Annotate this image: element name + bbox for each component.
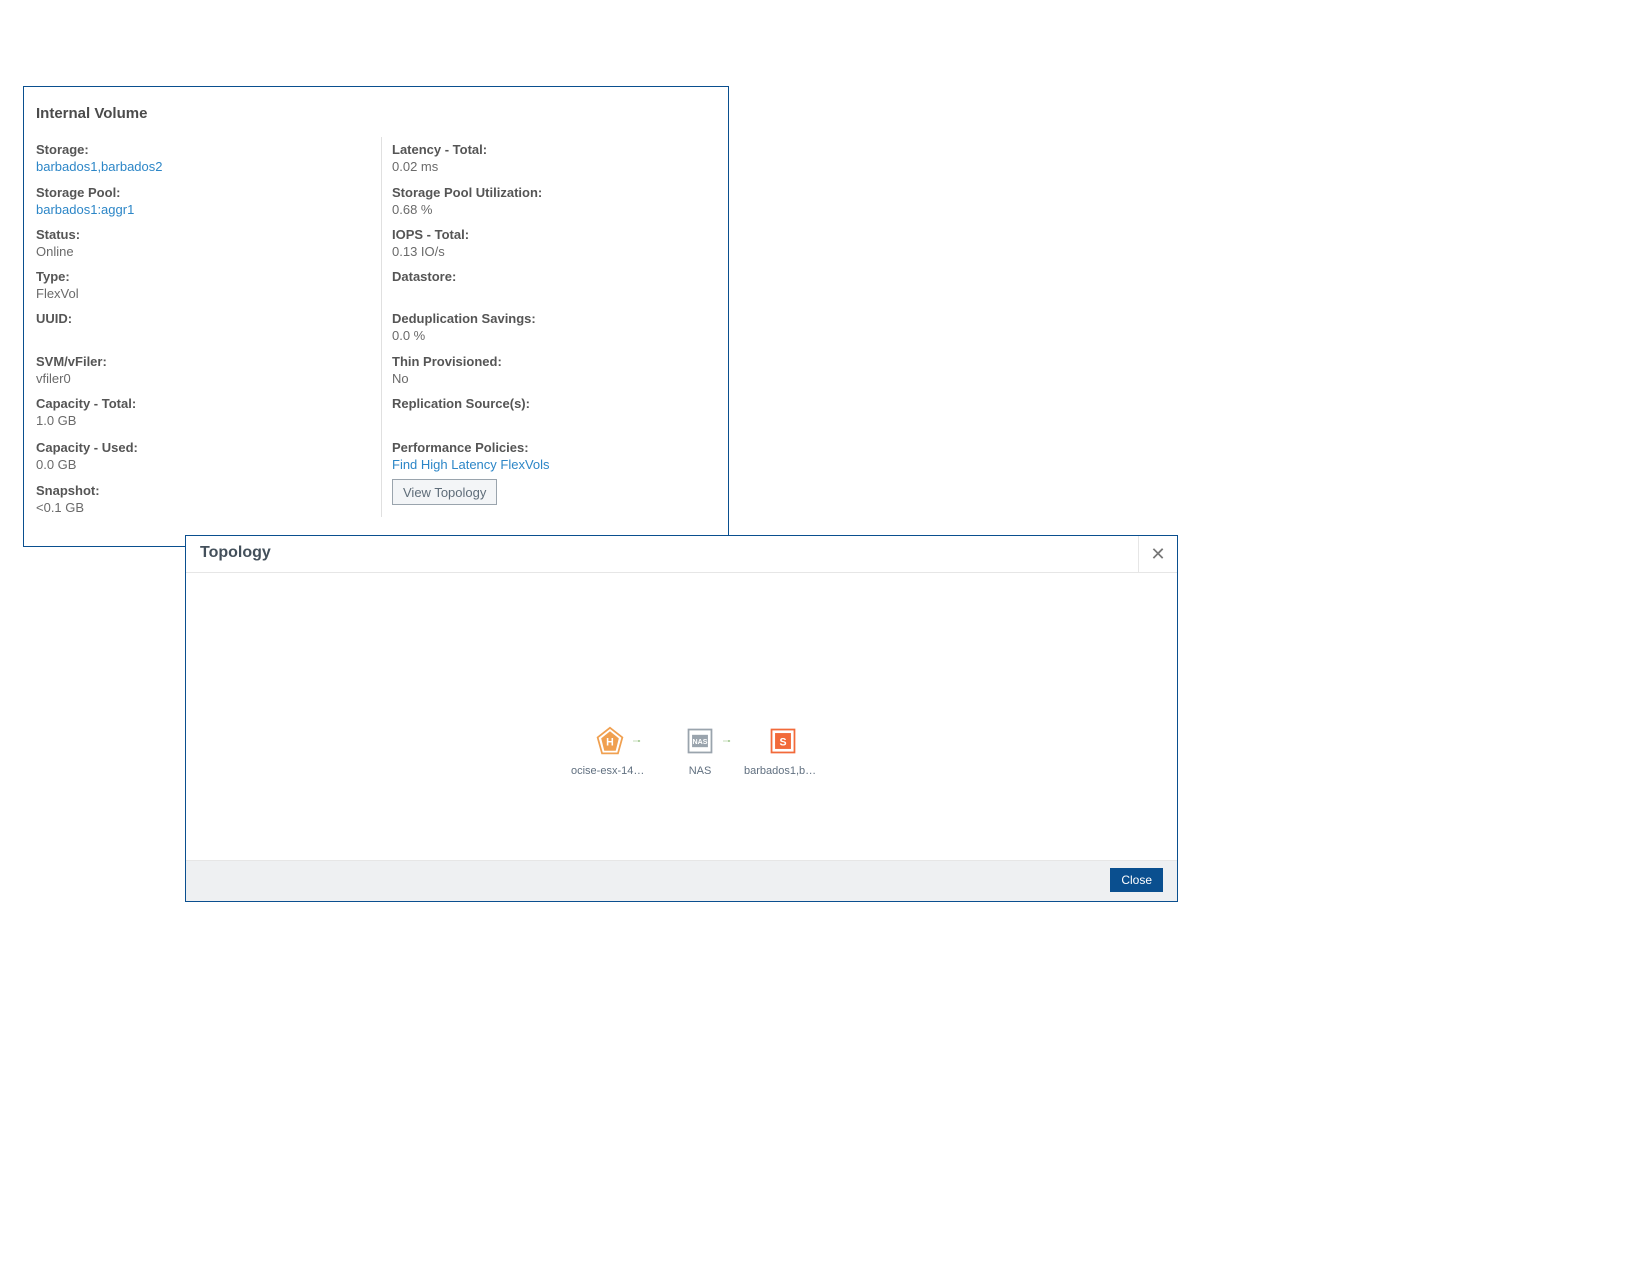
datastore-field: Datastore: <box>392 269 456 286</box>
topology-node-host[interactable]: H ocise-esx-1431… <box>571 726 649 777</box>
latency-label: Latency - Total: <box>392 142 487 158</box>
replication-source-label: Replication Source(s): <box>392 396 530 412</box>
topology-close-button-label: Close <box>1121 873 1152 887</box>
latency-value: 0.02 ms <box>392 159 487 175</box>
topology-close-x[interactable]: ✕ <box>1138 536 1177 572</box>
iops-label: IOPS - Total: <box>392 227 469 243</box>
type-value: FlexVol <box>36 286 79 302</box>
view-topology-button-label: View Topology <box>403 485 486 500</box>
status-field: Status: Online <box>36 227 80 260</box>
topology-title: Topology <box>200 544 271 562</box>
latency-field: Latency - Total: 0.02 ms <box>392 142 487 175</box>
topology-arrow-nas-to-storage-icon <box>711 740 743 742</box>
pool-utilization-field: Storage Pool Utilization: 0.68 % <box>392 185 542 218</box>
datastore-label: Datastore: <box>392 269 456 285</box>
topology-node-storage-label: barbados1,bar… <box>744 765 822 777</box>
capacity-total-label: Capacity - Total: <box>36 396 136 412</box>
internal-volume-panel: Internal Volume Storage: barbados1,barba… <box>23 86 729 547</box>
type-field: Type: FlexVol <box>36 269 79 302</box>
pool-utilization-label: Storage Pool Utilization: <box>392 185 542 201</box>
storage-icon: S <box>768 726 798 756</box>
status-label: Status: <box>36 227 80 243</box>
topology-footer: Close <box>186 860 1177 901</box>
perf-policies-link[interactable]: Find High Latency FlexVols <box>392 457 550 473</box>
storage-label: Storage: <box>36 142 163 158</box>
svm-label: SVM/vFiler: <box>36 354 107 370</box>
iops-field: IOPS - Total: 0.13 IO/s <box>392 227 469 260</box>
dedup-label: Deduplication Savings: <box>392 311 536 327</box>
storage-value-link[interactable]: barbados1,barbados2 <box>36 159 163 175</box>
topology-node-storage[interactable]: S barbados1,bar… <box>744 726 822 777</box>
close-icon: ✕ <box>1150 544 1165 565</box>
topology-header: Topology ✕ <box>186 536 1177 573</box>
column-divider <box>381 137 382 517</box>
iops-value: 0.13 IO/s <box>392 244 469 260</box>
topology-body: H ocise-esx-1431… NAS NAS S barbados1,ba… <box>186 573 1177 861</box>
snapshot-label: Snapshot: <box>36 483 100 499</box>
uuid-field: UUID: <box>36 311 72 328</box>
topology-node-nas-label: NAS <box>661 765 739 777</box>
thin-label: Thin Provisioned: <box>392 354 502 370</box>
internal-volume-title: Internal Volume <box>36 105 147 122</box>
thin-field: Thin Provisioned: No <box>392 354 502 387</box>
thin-value: No <box>392 371 502 387</box>
topology-close-button[interactable]: Close <box>1110 868 1163 892</box>
snapshot-value: <0.1 GB <box>36 500 100 516</box>
pool-utilization-value: 0.68 % <box>392 202 542 218</box>
topology-modal: Topology ✕ H ocise-esx-1431… NAS NAS <box>185 535 1178 902</box>
perf-policies-field: Performance Policies: Find High Latency … <box>392 440 550 473</box>
topology-arrow-host-to-nas-icon <box>621 740 653 742</box>
capacity-total-field: Capacity - Total: 1.0 GB <box>36 396 136 429</box>
topology-node-host-label: ocise-esx-1431… <box>571 765 649 777</box>
perf-policies-label: Performance Policies: <box>392 440 550 456</box>
capacity-used-field: Capacity - Used: 0.0 GB <box>36 440 138 473</box>
svm-value: vfiler0 <box>36 371 107 387</box>
capacity-used-label: Capacity - Used: <box>36 440 138 456</box>
storage-pool-value-link[interactable]: barbados1:aggr1 <box>36 202 134 218</box>
storage-field: Storage: barbados1,barbados2 <box>36 142 163 175</box>
storage-pool-label: Storage Pool: <box>36 185 134 201</box>
dedup-value: 0.0 % <box>392 328 536 344</box>
view-topology-button[interactable]: View Topology <box>392 479 497 505</box>
capacity-total-value: 1.0 GB <box>36 413 136 429</box>
replication-source-field: Replication Source(s): <box>392 396 530 413</box>
svg-text:H: H <box>606 736 614 748</box>
status-value: Online <box>36 244 80 260</box>
topology-node-nas[interactable]: NAS NAS <box>661 726 739 777</box>
capacity-used-value: 0.0 GB <box>36 457 138 473</box>
snapshot-field: Snapshot: <0.1 GB <box>36 483 100 516</box>
svm-field: SVM/vFiler: vfiler0 <box>36 354 107 387</box>
type-label: Type: <box>36 269 79 285</box>
svg-text:S: S <box>779 736 786 748</box>
uuid-label: UUID: <box>36 311 72 327</box>
storage-pool-field: Storage Pool: barbados1:aggr1 <box>36 185 134 218</box>
svg-text:NAS: NAS <box>693 739 708 746</box>
dedup-field: Deduplication Savings: 0.0 % <box>392 311 536 344</box>
